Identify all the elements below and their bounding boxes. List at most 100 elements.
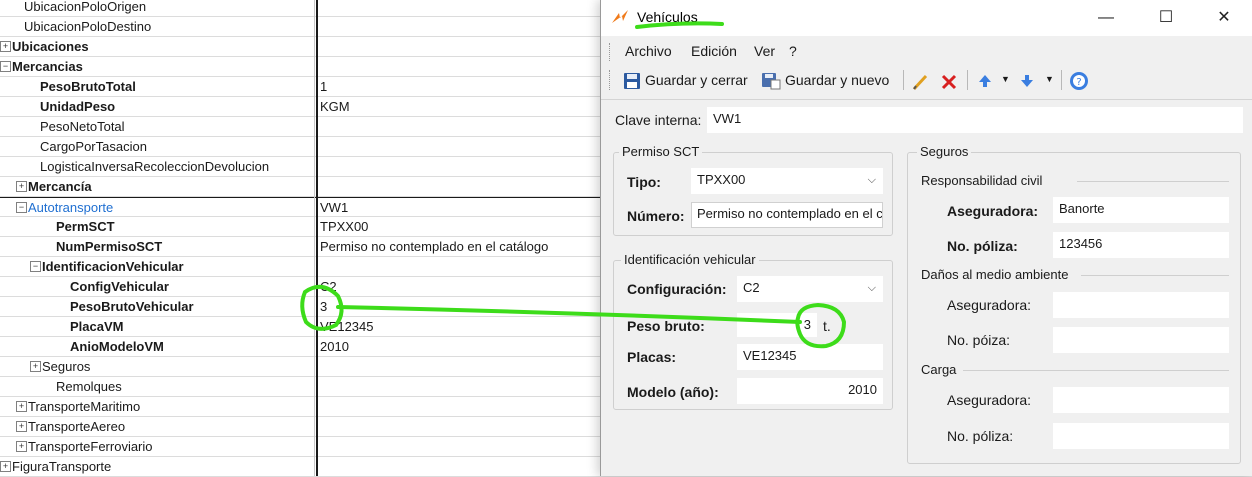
numero-input[interactable]: Permiso no contemplado en el c [691, 202, 883, 228]
menu-grip [609, 43, 612, 61]
danos-title: Daños al medio ambiente [921, 267, 1069, 282]
tree-row-label: PesoBrutoTotal [40, 77, 136, 97]
peso-bruto-input[interactable]: 3 [737, 313, 817, 337]
subsection-rule [963, 370, 1229, 371]
chevron-down-icon: ⌵ [867, 282, 876, 294]
tree-row-text: TransporteMaritimo [28, 399, 141, 414]
menu-ver-label: Ver [754, 43, 776, 59]
carga-aseguradora-input[interactable] [1053, 387, 1229, 413]
danos-poliza-input[interactable] [1053, 327, 1229, 353]
menu-help[interactable]: ? [789, 43, 797, 59]
placas-label: Placas: [627, 349, 677, 365]
help-icon[interactable]: ? [1069, 71, 1089, 91]
seguros-title: Seguros [917, 144, 972, 159]
identificacion-title: Identificación vehicular [621, 252, 759, 267]
column-divider-light [314, 0, 315, 476]
configuracion-label: Configuración: [627, 281, 727, 297]
carga-poliza-input[interactable] [1053, 423, 1229, 449]
danos-aseguradora-input[interactable] [1053, 292, 1229, 318]
tree-row-label: + Mercancía [16, 177, 92, 197]
tree-row-value[interactable]: VW1 [320, 198, 348, 218]
tree-row-value[interactable]: 2010 [320, 337, 349, 357]
column-divider[interactable] [316, 0, 318, 476]
carga-aseguradora-label: Aseguradora: [947, 392, 1032, 408]
tree-row-label: AnioModeloVM [70, 337, 164, 357]
tree-row-value[interactable]: TPXX00 [320, 217, 368, 237]
menu-archivo[interactable]: Archivo [625, 43, 672, 59]
tree-row-value[interactable]: VE12345 [320, 317, 374, 337]
tree-row-text: LogisticaInversaRecoleccionDevolucion [40, 159, 270, 174]
tree-row-label: NumPermisoSCT [56, 237, 162, 257]
expand-icon[interactable]: + [0, 461, 11, 473]
menu-ver[interactable]: Ver [754, 43, 775, 59]
tree-row-label: PermSCT [56, 217, 115, 237]
collapse-icon[interactable]: − [30, 261, 41, 273]
menu-archivo-label: Archivo [625, 43, 672, 59]
minimize-button[interactable]: — [1091, 6, 1121, 30]
tree-row-text: Autotransporte [28, 200, 114, 215]
tree-row-text: TransporteFerroviario [28, 439, 153, 454]
toolbar-grip [609, 70, 612, 90]
expand-icon[interactable]: + [30, 361, 41, 373]
tree-row-text: Remolques [56, 379, 122, 394]
resp-poliza-input[interactable]: 123456 [1053, 232, 1229, 258]
toolbar-separator [903, 70, 904, 90]
dialog-title: Vehículos [637, 9, 698, 25]
tree-row-text: UbicacionPoloDestino [24, 19, 152, 34]
expand-icon[interactable]: + [16, 441, 27, 453]
tree-row-text: Mercancía [28, 179, 92, 194]
move-up-icon[interactable] [977, 73, 993, 89]
delete-x-icon[interactable] [939, 72, 959, 92]
vehiculos-dialog: Vehículos — ☐ ✕ Archivo Edición Ver ? Gu… [600, 0, 1252, 476]
peso-bruto-label: Peso bruto: [627, 318, 705, 334]
tree-row-text: CargoPorTasacion [40, 139, 147, 154]
title-bar[interactable]: Vehículos — ☐ ✕ [601, 0, 1252, 36]
tree-row-value[interactable]: 3 [320, 297, 327, 317]
toolbar-separator [1061, 70, 1062, 90]
toolbar-separator [967, 70, 968, 90]
expand-icon[interactable]: + [16, 421, 27, 433]
tree-row-text: ConfigVehicular [70, 279, 169, 294]
tree-row-text: UnidadPeso [40, 99, 116, 114]
tree-row-value[interactable]: 1 [320, 77, 327, 97]
tree-row-value[interactable]: C2 [320, 277, 337, 297]
move-down-icon[interactable] [1019, 73, 1035, 89]
modelo-input[interactable]: 2010 [737, 378, 883, 404]
resp-aseguradora-label: Aseguradora: [947, 203, 1039, 219]
tree-row-text: PesoBrutoTotal [40, 79, 136, 94]
chevron-down-icon[interactable]: ▼ [1045, 74, 1054, 84]
collapse-icon[interactable]: − [0, 61, 11, 73]
tree-row-text: UbicacionPoloOrigen [24, 0, 147, 14]
expand-icon[interactable]: + [16, 401, 27, 413]
tipo-select[interactable]: TPXX00 ⌵ [691, 168, 883, 194]
edit-pencil-icon[interactable] [911, 72, 931, 92]
expand-icon[interactable]: + [16, 181, 27, 193]
tree-row-text: AnioModeloVM [70, 339, 164, 354]
tree-row-label: UbicacionPoloDestino [24, 17, 151, 37]
expand-icon[interactable]: + [0, 41, 11, 53]
close-button[interactable]: ✕ [1209, 6, 1239, 30]
save-new-button[interactable]: Guardar y nuevo [759, 68, 895, 94]
tree-row-label: PlacaVM [70, 317, 123, 337]
configuracion-select[interactable]: C2 ⌵ [737, 276, 883, 302]
save-close-button[interactable]: Guardar y cerrar [621, 68, 753, 94]
tree-row-text: Mercancias [12, 59, 83, 74]
tree-row-text: TransporteAereo [28, 419, 126, 434]
tree-row-text: IdentificacionVehicular [42, 259, 184, 274]
maximize-button[interactable]: ☐ [1151, 6, 1181, 30]
tree-row-text: FiguraTransporte [12, 459, 112, 474]
collapse-icon[interactable]: − [16, 202, 27, 214]
tree-row-label: CargoPorTasacion [40, 137, 147, 157]
svg-text:?: ? [1076, 77, 1081, 88]
carga-poliza-label: No. póliza: [947, 428, 1014, 444]
clave-interna-input[interactable]: VW1 [707, 107, 1243, 133]
placas-input[interactable]: VE12345 [737, 344, 883, 370]
tree-row-value[interactable]: Permiso no contemplado en el catálogo [320, 237, 548, 257]
tipo-label: Tipo: [627, 174, 661, 190]
chevron-down-icon[interactable]: ▼ [1001, 74, 1010, 84]
resp-aseguradora-input[interactable]: Banorte [1053, 197, 1229, 223]
tree-row-value[interactable]: KGM [320, 97, 350, 117]
tree-row-label: + Ubicaciones [0, 37, 89, 57]
tree-row-text: PermSCT [56, 219, 115, 234]
menu-edicion[interactable]: Edición [691, 43, 737, 59]
